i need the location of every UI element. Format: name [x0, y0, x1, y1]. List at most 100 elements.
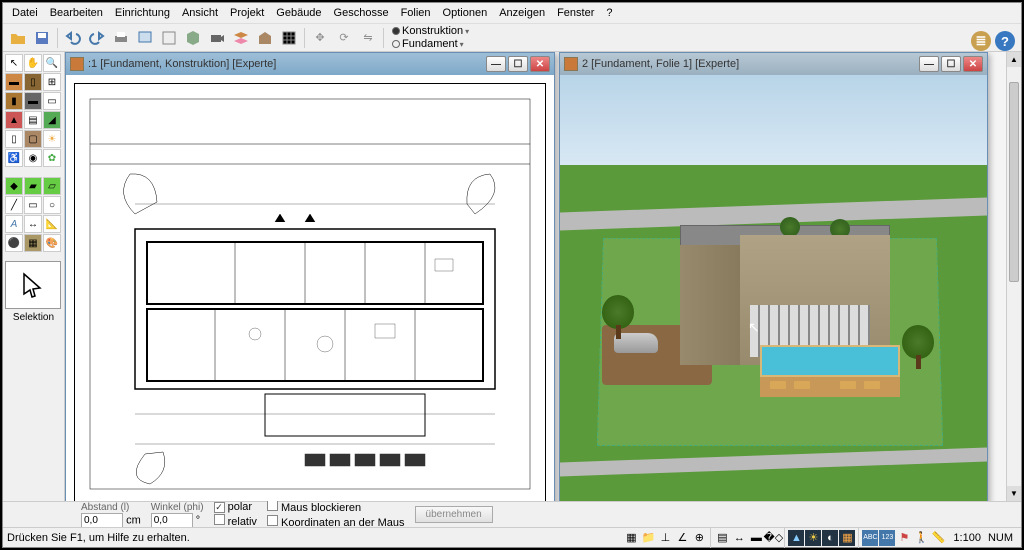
undo-icon[interactable] [62, 27, 84, 49]
shadow-icon[interactable]: ◐ [822, 530, 838, 546]
dim-icon[interactable]: ↔ [731, 530, 747, 546]
rect-tool-icon[interactable]: ▭ [24, 196, 42, 214]
wall-tool-icon[interactable]: ▬ [5, 73, 23, 91]
window-tool-icon[interactable]: ⊞ [43, 73, 61, 91]
wall-snap-icon[interactable]: ▬ [748, 530, 764, 546]
titlebar-2d[interactable]: :1 [Fundament, Konstruktion] [Experte] —… [66, 53, 554, 75]
menu-geschosse[interactable]: Geschosse [329, 5, 394, 21]
snap-icon[interactable]: ⊕ [691, 530, 707, 546]
terrain-tool-icon[interactable]: ◢ [43, 111, 61, 129]
new-window-icon[interactable] [134, 27, 156, 49]
scroll-up-icon[interactable]: ▲ [1007, 52, 1021, 67]
menu-ansicht[interactable]: Ansicht [177, 5, 223, 21]
light-icon[interactable]: ☀ [805, 530, 821, 546]
menu-optionen[interactable]: Optionen [438, 5, 493, 21]
help-icon[interactable]: ? [995, 31, 1015, 51]
menu-help[interactable]: ? [601, 5, 617, 21]
chair-tool-icon[interactable]: ♿ [5, 149, 23, 167]
layer-selector[interactable]: Konstruktion▾ Fundament▾ [392, 25, 469, 50]
roof-tool-icon[interactable]: ▲ [5, 111, 23, 129]
plant-tool-icon[interactable]: ✿ [43, 149, 61, 167]
tag-123-icon[interactable]: 123 [879, 530, 895, 546]
column-tool-icon[interactable]: ▮ [5, 92, 23, 110]
rotate-icon[interactable]: ⟳ [333, 27, 355, 49]
stair-tool-icon[interactable]: ▤ [24, 111, 42, 129]
menu-fenster[interactable]: Fenster [552, 5, 599, 21]
object-tool-icon[interactable]: ◉ [24, 149, 42, 167]
menu-folien[interactable]: Folien [396, 5, 436, 21]
shape3-icon[interactable]: ▱ [43, 177, 61, 195]
measure-tool-icon[interactable]: 📐 [43, 215, 61, 233]
render-icon[interactable]: ▲ [788, 530, 804, 546]
menu-datei[interactable]: Datei [7, 5, 43, 21]
window-3d[interactable]: 2 [Fundament, Folie 1] [Experte] — ☐ ✕ [559, 52, 988, 501]
book-icon[interactable]: ≣ [971, 31, 991, 51]
tag-abc-icon[interactable]: ABC [862, 530, 878, 546]
vertical-scrollbar[interactable]: ▲ ▼ [1006, 52, 1021, 501]
camera-icon[interactable] [206, 27, 228, 49]
polar-checkbox[interactable]: ✓ [214, 502, 225, 513]
line-tool-icon[interactable]: ╱ [5, 196, 23, 214]
redo-icon[interactable] [86, 27, 108, 49]
light-tool-icon[interactable]: ☀ [43, 130, 61, 148]
shape1-icon[interactable]: ◆ [5, 177, 23, 195]
menu-einrichtung[interactable]: Einrichtung [110, 5, 175, 21]
furniture-tool-icon[interactable]: ▢ [24, 130, 42, 148]
window-2d[interactable]: :1 [Fundament, Konstruktion] [Experte] —… [65, 52, 555, 501]
shape2-icon[interactable]: ▰ [24, 177, 42, 195]
koord-checkbox[interactable] [267, 515, 278, 526]
door-tool-icon[interactable]: ▯ [24, 73, 42, 91]
folder-icon[interactable]: 📁 [640, 530, 656, 546]
render-viewport[interactable]: ↖ [560, 75, 987, 501]
close-button[interactable]: ✕ [963, 56, 983, 72]
floorplan-viewport[interactable] [66, 75, 554, 501]
person-icon[interactable]: 🚶 [913, 530, 929, 546]
sphere-icon[interactable]: ⚫ [5, 234, 23, 252]
minimize-button[interactable]: — [919, 56, 939, 72]
texture-icon[interactable]: ▦ [839, 530, 855, 546]
save-icon[interactable] [31, 27, 53, 49]
minimize-button[interactable]: — [486, 56, 506, 72]
chimney-tool-icon[interactable]: ▯ [5, 130, 23, 148]
material-icon[interactable]: ▦ [24, 234, 42, 252]
ruler-icon[interactable]: 📏 [930, 530, 946, 546]
maximize-button[interactable]: ☐ [508, 56, 528, 72]
grid-snap-icon[interactable]: ▦ [623, 530, 639, 546]
maximize-button[interactable]: ☐ [941, 56, 961, 72]
building-icon[interactable] [254, 27, 276, 49]
paint-icon[interactable]: 🎨 [43, 234, 61, 252]
ortho-icon[interactable]: ⊥ [657, 530, 673, 546]
menu-bearbeiten[interactable]: Bearbeiten [45, 5, 108, 21]
scroll-thumb[interactable] [1009, 82, 1019, 282]
cursor-tool-icon[interactable]: ↖ [5, 54, 23, 72]
menu-gebaeude[interactable]: Gebäude [271, 5, 326, 21]
dim-tool-icon[interactable]: ↔ [24, 215, 42, 233]
menu-anzeigen[interactable]: Anzeigen [494, 5, 550, 21]
circle-tool-icon[interactable]: ○ [43, 196, 61, 214]
flag-icon[interactable]: ⚑ [896, 530, 912, 546]
relativ-checkbox[interactable] [214, 514, 225, 525]
view3d-icon[interactable] [182, 27, 204, 49]
beam-tool-icon[interactable]: ▭ [43, 92, 61, 110]
scale-display[interactable]: 1:100 [953, 532, 981, 544]
maus-checkbox[interactable] [267, 500, 278, 511]
hand-tool-icon[interactable]: ✋ [24, 54, 42, 72]
layers-icon[interactable] [230, 27, 252, 49]
mirror-icon[interactable]: ⇋ [357, 27, 379, 49]
layer-icon[interactable]: ▤ [714, 530, 730, 546]
uebernehmen-button[interactable]: übernehmen [415, 506, 493, 523]
grid-icon[interactable] [278, 27, 300, 49]
endpoint-icon[interactable]: �◇ [765, 530, 781, 546]
open-icon[interactable] [7, 27, 29, 49]
text-tool-icon[interactable]: A [5, 215, 23, 233]
close-button[interactable]: ✕ [530, 56, 550, 72]
zoom-tool-icon[interactable]: 🔍 [43, 54, 61, 72]
angle-icon[interactable]: ∠ [674, 530, 690, 546]
titlebar-3d[interactable]: 2 [Fundament, Folie 1] [Experte] — ☐ ✕ [560, 53, 987, 75]
move-icon[interactable]: ✥ [309, 27, 331, 49]
slab-tool-icon[interactable]: ▬ [24, 92, 42, 110]
menu-projekt[interactable]: Projekt [225, 5, 269, 21]
view2d-icon[interactable] [158, 27, 180, 49]
print-icon[interactable] [110, 27, 132, 49]
scroll-down-icon[interactable]: ▼ [1007, 486, 1021, 501]
